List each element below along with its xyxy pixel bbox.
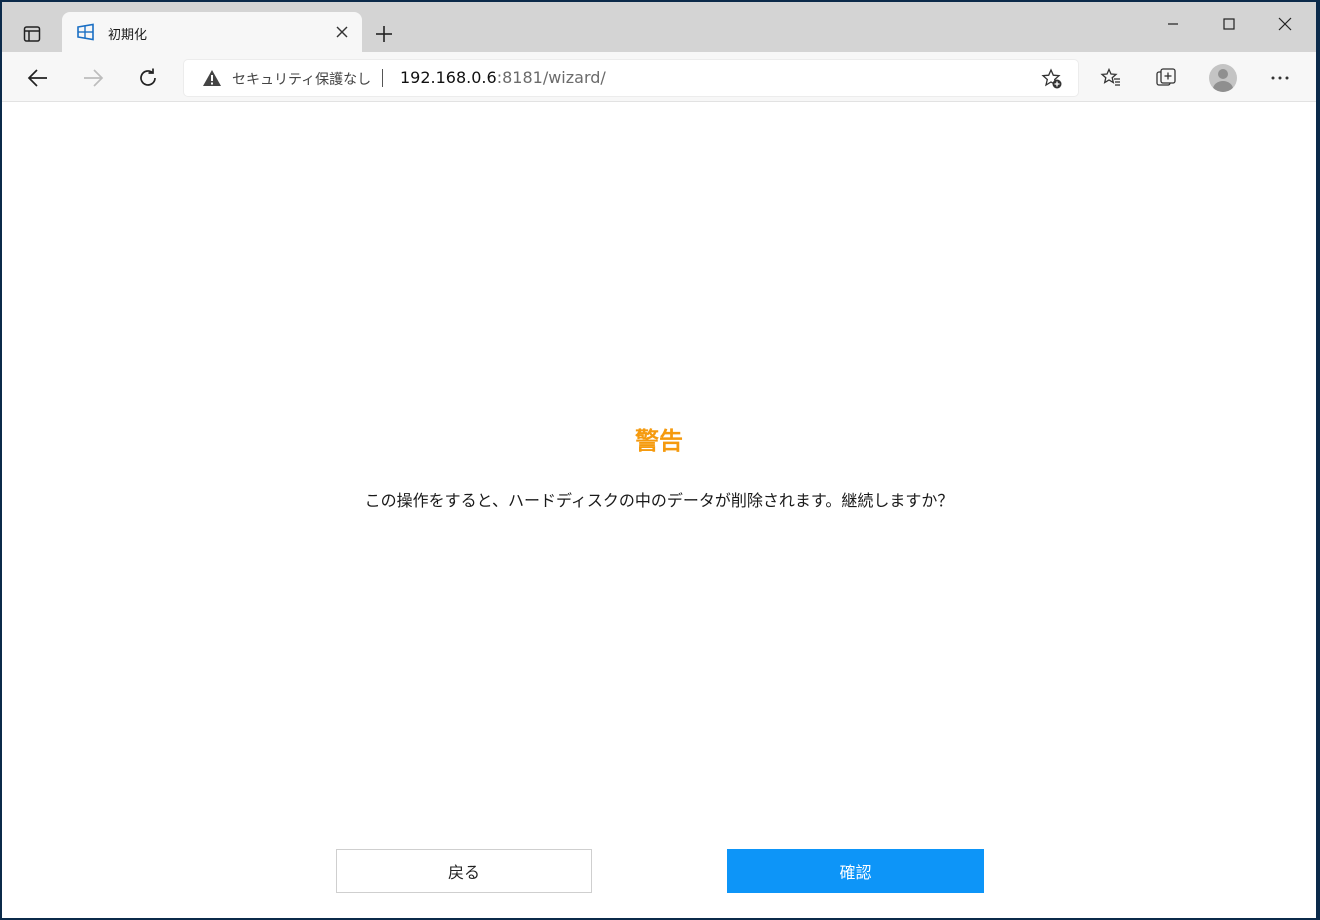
tab-active[interactable]: 初期化 [62,12,362,52]
forward-button[interactable] [77,62,109,94]
close-icon [1278,17,1292,31]
avatar-body [1213,81,1233,92]
page-content: 警告 この操作をすると、ハードディスクの中のデータが削除されます。継続しますか？… [2,103,1316,918]
more-dots-icon [1271,76,1289,80]
star-plus-icon [1041,68,1062,89]
browser-toolbar: セキュリティ保護なし 192.168.0.6:8181/wizard/ [2,52,1316,102]
favorites-icon [1100,67,1120,86]
maximize-icon [1223,18,1235,30]
close-tab-button[interactable] [332,22,352,42]
minimize-icon [1168,23,1178,25]
url-path: :8181/wizard/ [496,68,606,87]
tab-strip: 初期化 [2,2,1316,52]
back-arrow-icon [27,69,47,87]
collections-icon [1156,68,1176,86]
minimize-button[interactable] [1150,8,1196,40]
profile-avatar-icon[interactable] [1209,64,1237,92]
refresh-button[interactable] [132,62,164,94]
windows-logo-icon [77,23,94,41]
close-window-button[interactable] [1262,8,1308,40]
add-favorite-button[interactable] [1040,67,1064,91]
url-text[interactable]: 192.168.0.6:8181/wizard/ [400,68,606,87]
forward-arrow-icon [84,69,104,87]
url-host: 192.168.0.6 [400,68,497,87]
tab-title: 初期化 [108,28,148,43]
address-separator [382,69,383,87]
security-label[interactable]: セキュリティ保護なし [232,69,371,89]
browser-window: 初期化 セキュリティ保護なし 192.168.0.6:8181/wizard/ … [2,2,1316,918]
collections-button[interactable] [1150,62,1182,94]
tab-actions-icon [23,26,41,42]
back-button[interactable] [22,62,54,94]
close-icon [336,26,348,38]
warning-triangle-icon [203,70,221,86]
warning-title: 警告 [635,427,683,455]
plus-icon [376,26,392,42]
confirm-button[interactable]: 確認 [727,849,984,893]
back-button[interactable]: 戻る [336,849,592,893]
address-bar[interactable]: セキュリティ保護なし 192.168.0.6:8181/wizard/ [184,60,1078,96]
settings-menu-button[interactable] [1264,62,1296,94]
warning-message: この操作をすると、ハードディスクの中のデータが削除されます。継続しますか？ [364,491,954,510]
avatar-head [1218,69,1228,79]
favorites-button[interactable] [1095,62,1127,94]
tab-actions-button[interactable] [16,20,48,48]
maximize-button[interactable] [1206,8,1252,40]
refresh-icon [140,68,156,86]
new-tab-button[interactable] [370,22,398,46]
